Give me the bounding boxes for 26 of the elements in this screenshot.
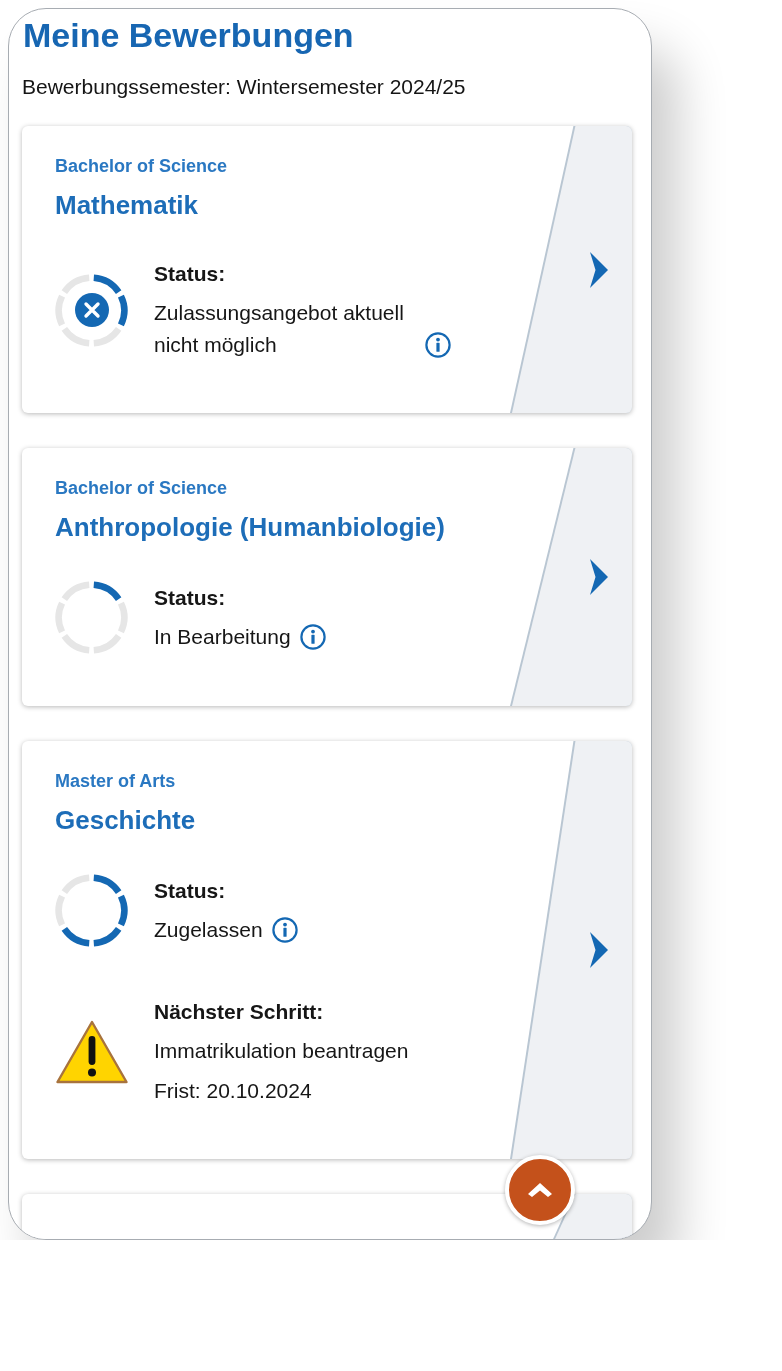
status-text: In Bearbeitung — [154, 623, 291, 650]
deadline-text: Frist: 20.10.2024 — [154, 1078, 312, 1104]
chevron-right-icon — [588, 251, 608, 288]
status-label: Status: — [154, 877, 226, 904]
next-step-text: Immatrikulation beantragen — [154, 1038, 409, 1064]
degree-text: Master of Arts — [55, 770, 176, 793]
subject-title: Anthropologie (Humanbiologie) — [55, 511, 445, 543]
info-icon[interactable] — [425, 332, 451, 358]
semester-text: Bewerbungssemester: Wintersemester 2024/25 — [22, 74, 467, 100]
status-text: Zulassungsangebot aktuell nicht möglich — [154, 300, 405, 358]
subject-title: Geschichte — [55, 804, 196, 836]
chevron-right-icon — [588, 932, 608, 968]
chevron-right-icon — [588, 559, 608, 595]
info-icon[interactable] — [299, 623, 326, 650]
next-step-label: Nächster Schritt: — [154, 999, 324, 1025]
degree-text: Bachelor of Science — [55, 477, 228, 500]
subject-title: Mathematik — [55, 189, 199, 221]
degree-text: Bachelor of Science — [55, 155, 228, 178]
status-label: Status: — [154, 584, 226, 611]
x-circle-icon — [74, 293, 109, 327]
warning-icon — [55, 1019, 129, 1085]
status-label: Status: — [154, 261, 226, 287]
status-text: Zugelassen — [154, 916, 263, 943]
chevron-up-icon — [528, 1183, 552, 1197]
page-title: Meine Bewerbungen — [22, 15, 355, 55]
info-icon[interactable] — [271, 916, 298, 943]
